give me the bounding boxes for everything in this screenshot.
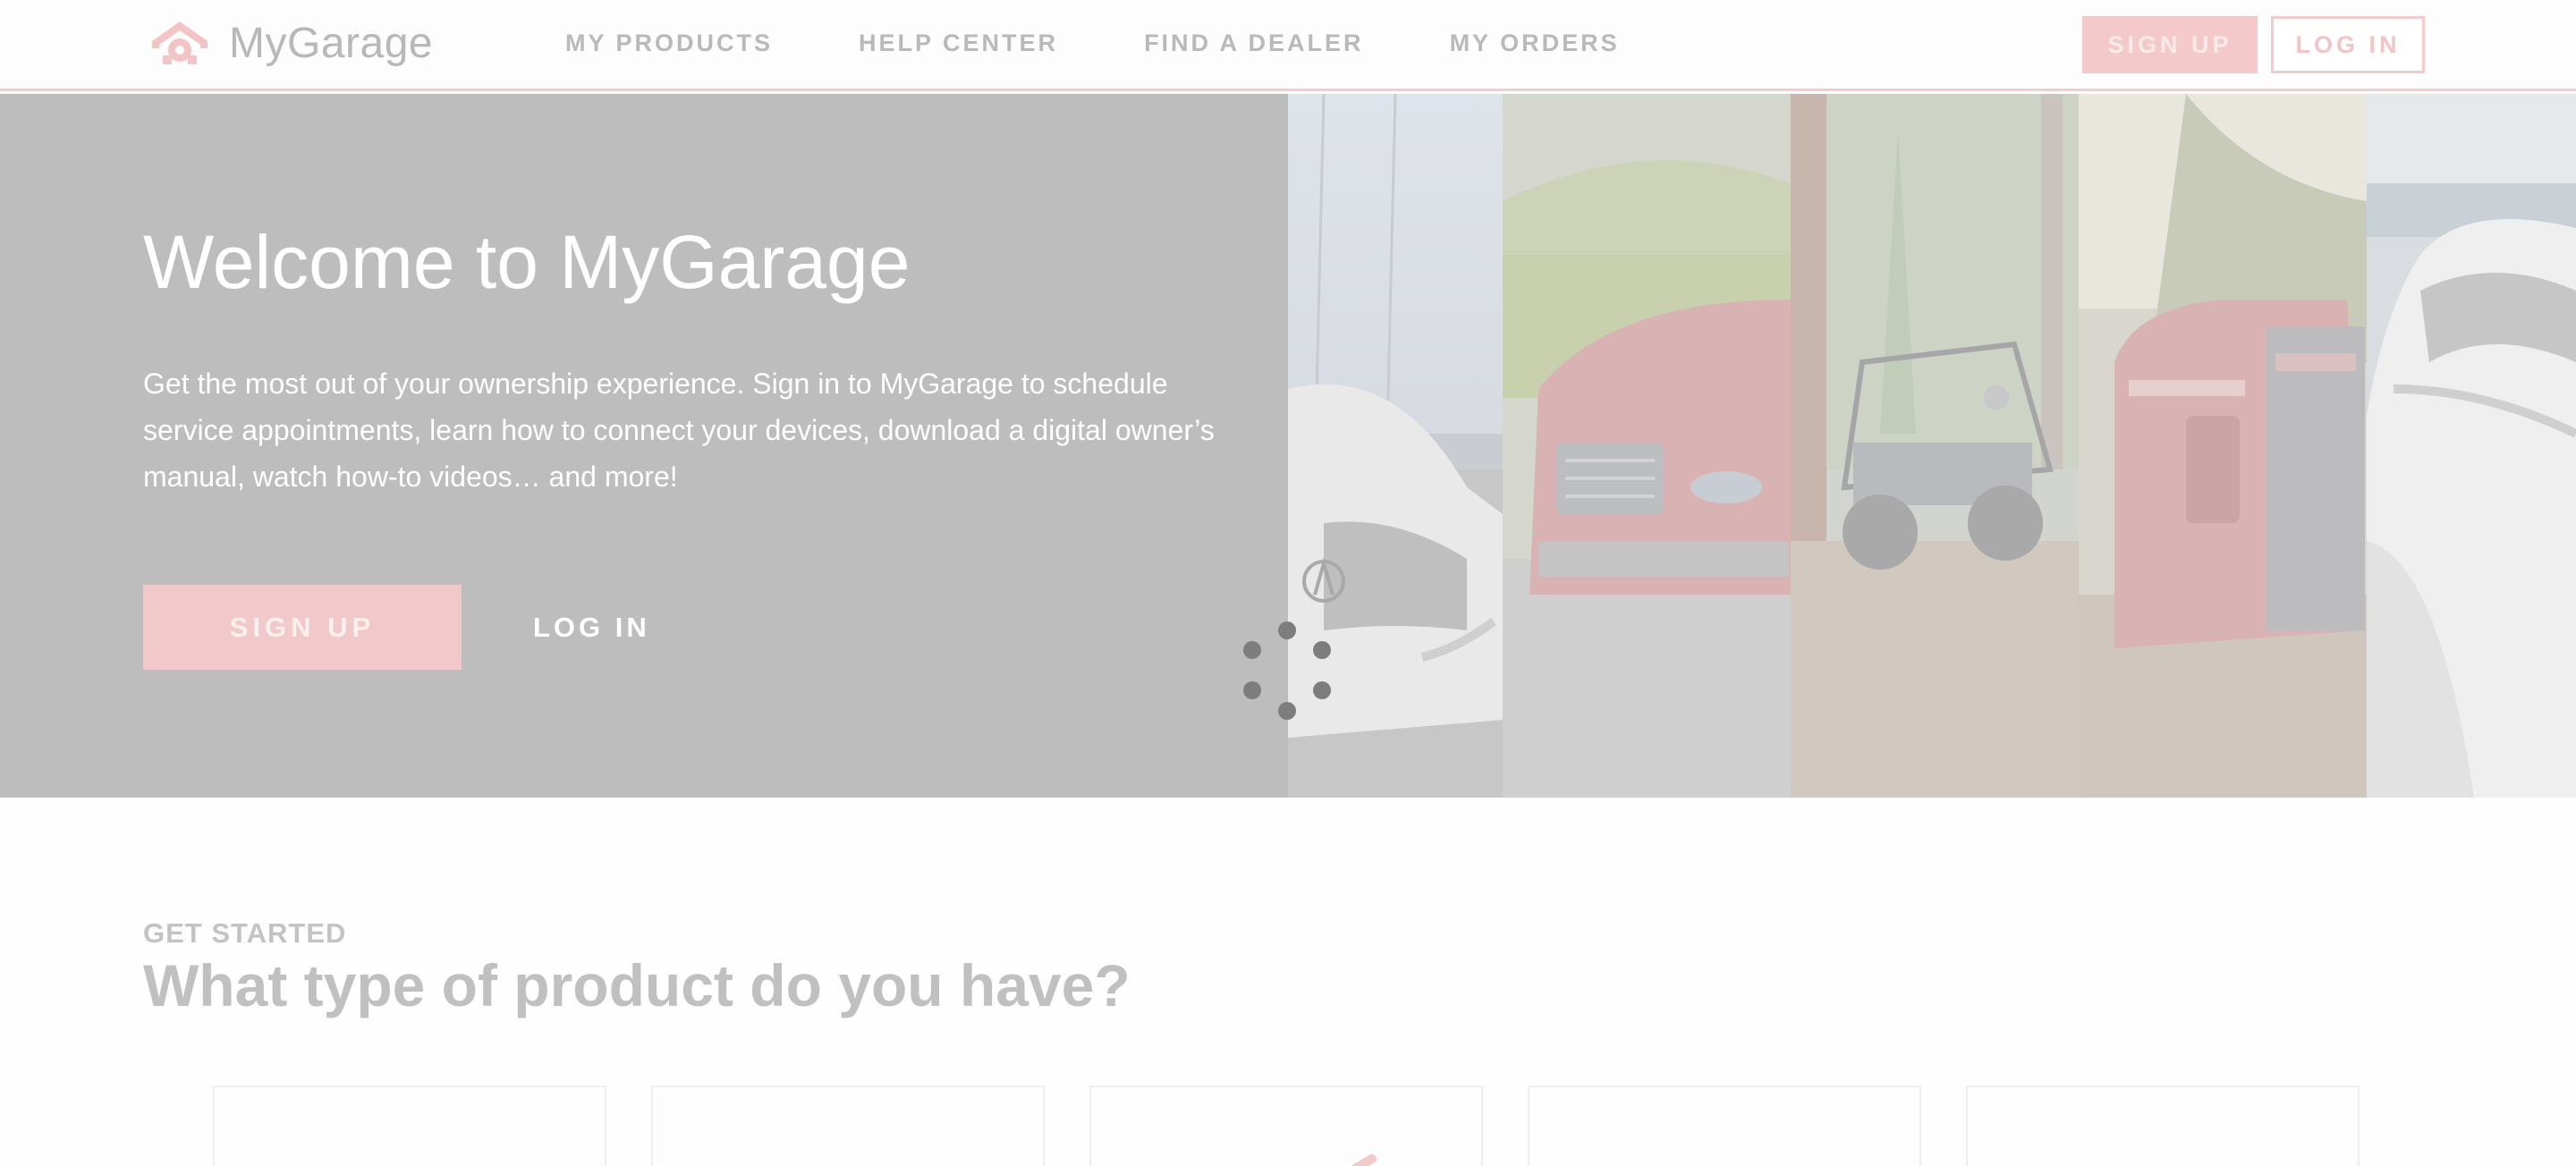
site-header: MyGarage MY PRODUCTS HELP CENTER FIND A … (0, 0, 2576, 91)
garage-logo-icon (152, 21, 208, 64)
hero-title: Welcome to MyGarage (143, 220, 911, 304)
nav-my-orders[interactable]: MY ORDERS (1450, 30, 1620, 57)
product-type-card[interactable] (213, 1086, 606, 1166)
hero-section: Welcome to MyGarage Get the most out of … (0, 94, 2576, 798)
section-title: What type of product do you have? (143, 952, 1131, 1018)
product-image-honda-utv (1791, 94, 2079, 798)
product-image-honda-outboard (2367, 94, 2576, 798)
main-nav: MY PRODUCTS HELP CENTER FIND A DEALER MY… (565, 30, 1706, 57)
nav-my-products[interactable]: MY PRODUCTS (565, 30, 773, 57)
loading-spinner-icon (1238, 621, 1336, 720)
hero-login-link[interactable]: LOG IN (533, 612, 650, 644)
hero-product-collage (1288, 94, 2576, 798)
header-signup-button[interactable]: SIGN UP (2082, 16, 2258, 73)
product-image-honda-generator (2079, 94, 2367, 798)
brand-logo[interactable]: MyGarage (147, 18, 433, 68)
product-type-card[interactable] (1966, 1086, 2360, 1166)
header-login-button[interactable]: LOG IN (2271, 16, 2425, 73)
hero-text-panel: Welcome to MyGarage Get the most out of … (0, 94, 1288, 798)
hero-signup-button[interactable]: SIGN UP (143, 585, 462, 670)
product-type-card[interactable] (1528, 1086, 1921, 1166)
product-type-icon (1350, 1153, 1378, 1166)
section-eyebrow: GET STARTED (143, 917, 347, 949)
product-type-card[interactable] (1089, 1086, 1483, 1166)
product-image-honda-suv (1503, 94, 1791, 798)
nav-find-a-dealer[interactable]: FIND A DEALER (1144, 30, 1364, 57)
brand-name: MyGarage (229, 19, 434, 67)
nav-help-center[interactable]: HELP CENTER (859, 30, 1058, 57)
hero-description: Get the most out of your ownership exper… (143, 368, 1215, 493)
product-type-card[interactable] (651, 1086, 1045, 1166)
